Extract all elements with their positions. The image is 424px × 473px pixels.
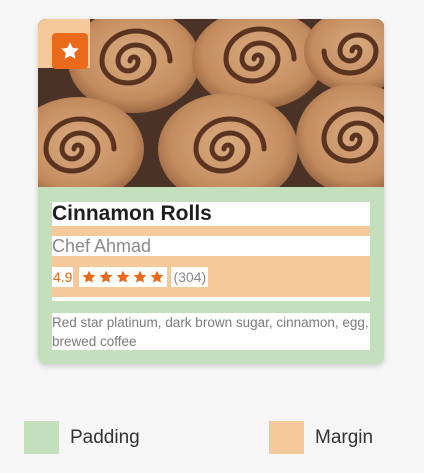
review-count[interactable]: (304) <box>171 266 209 287</box>
rating-divider <box>52 297 370 301</box>
star-icon <box>117 270 130 283</box>
recipe-card[interactable]: Cinnamon Rolls Chef Ahmad 4.9 (304) Red … <box>38 19 384 364</box>
padding-swatch <box>24 421 59 454</box>
favorite-badge[interactable] <box>52 33 88 69</box>
padding-label: Padding <box>70 426 140 448</box>
chef-margin <box>52 256 370 266</box>
rating-margin <box>52 287 370 297</box>
star-icon <box>100 270 113 283</box>
rating-row: 4.9 (304) <box>52 266 370 287</box>
recipe-description: Red star platinum, dark brown sugar, cin… <box>52 313 370 350</box>
legend-margin: Margin <box>269 421 373 454</box>
star-icon <box>151 270 164 283</box>
star-icon <box>61 42 79 59</box>
star-icon <box>83 270 96 283</box>
recipe-title: Cinnamon Rolls <box>52 202 370 226</box>
star-icon <box>134 270 147 283</box>
title-margin <box>52 226 370 236</box>
margin-swatch <box>269 421 304 454</box>
chef-name[interactable]: Chef Ahmad <box>52 236 370 256</box>
margin-label: Margin <box>315 426 374 448</box>
legend-padding: Padding <box>24 421 140 454</box>
star-rating <box>79 266 168 287</box>
rating-value: 4.9 <box>52 266 74 287</box>
